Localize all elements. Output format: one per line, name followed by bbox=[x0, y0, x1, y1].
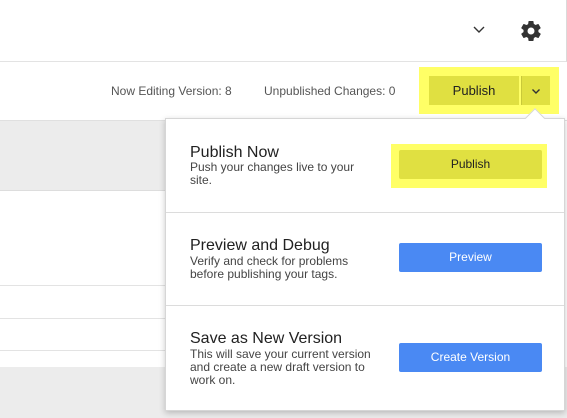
preview-button[interactable]: Preview bbox=[399, 243, 542, 272]
editing-version-label: Now Editing Version: 8 bbox=[111, 84, 232, 98]
create-version-button[interactable]: Create Version bbox=[399, 343, 542, 372]
publish-menu-toggle[interactable] bbox=[521, 76, 550, 105]
publish-now-button[interactable]: Publish bbox=[399, 150, 542, 179]
content-row-divider bbox=[0, 285, 170, 286]
gear-icon[interactable] bbox=[519, 19, 543, 43]
app-header bbox=[0, 0, 567, 62]
publish-button[interactable]: Publish bbox=[429, 76, 519, 105]
content-row-divider bbox=[0, 318, 170, 319]
chevron-down-icon[interactable] bbox=[471, 21, 487, 37]
chevron-down-icon bbox=[532, 88, 540, 94]
section-title: Save as New Version bbox=[190, 330, 343, 347]
unpublished-changes-label: Unpublished Changes: 0 bbox=[264, 84, 396, 98]
section-description: Verify and check for problems before pub… bbox=[190, 254, 349, 281]
content-row-divider bbox=[0, 350, 170, 351]
section-title: Preview and Debug bbox=[190, 237, 330, 254]
content-header-band bbox=[0, 121, 170, 191]
section-description: Push your changes live to your site. bbox=[190, 160, 355, 187]
section-description: This will save your current version and … bbox=[190, 347, 371, 387]
